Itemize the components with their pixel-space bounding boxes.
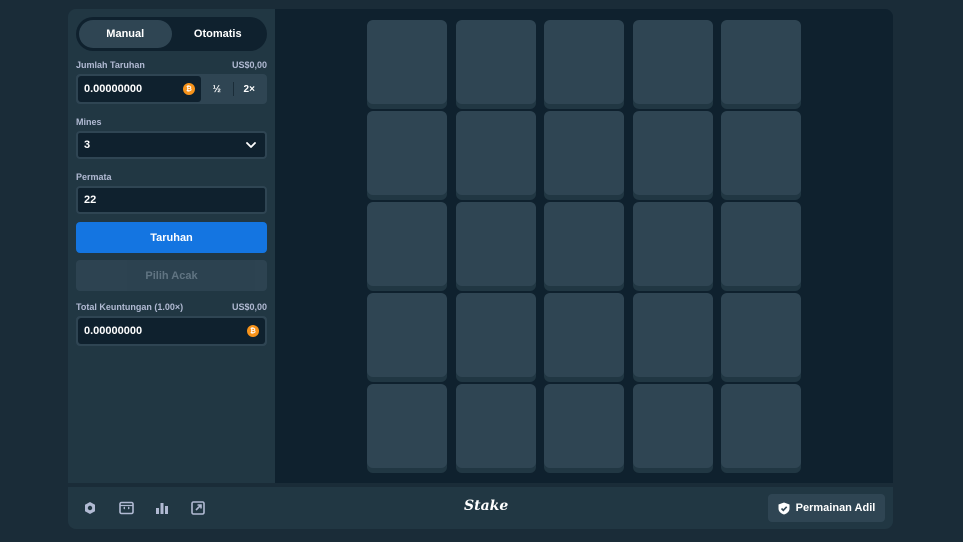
bet-amount-label-row: Jumlah Taruhan US$0,00 (76, 59, 267, 71)
mine-tile[interactable] (367, 20, 447, 104)
mine-tile[interactable] (721, 20, 801, 104)
mine-tile[interactable] (455, 384, 536, 468)
mine-tile[interactable] (632, 20, 713, 104)
mines-game: Manual Otomatis Jumlah Taruhan US$0,00 0… (68, 9, 893, 529)
mine-tile[interactable] (367, 111, 447, 195)
mines-label: Mines (76, 117, 102, 127)
game-footer: Stake Permainan Adil (68, 487, 893, 529)
mine-tile[interactable] (544, 20, 624, 104)
bet-button[interactable]: Taruhan (76, 222, 267, 253)
gems-label-row: Permata (76, 171, 267, 183)
mines-label-row: Mines (76, 116, 267, 128)
mine-tile[interactable] (544, 111, 624, 195)
fairness-button-label: Permainan Adil (795, 502, 876, 514)
mine-tile[interactable] (721, 384, 801, 468)
bet-amount-label: Jumlah Taruhan (76, 60, 145, 70)
bitcoin-coin-icon: ₿ (183, 83, 195, 95)
gems-field: 22 (76, 186, 267, 214)
theatre-mode-icon[interactable] (118, 500, 134, 516)
bet-sidebar: Manual Otomatis Jumlah Taruhan US$0,00 0… (68, 9, 275, 483)
mine-tile[interactable] (455, 111, 536, 195)
settings-icon[interactable] (82, 500, 98, 516)
total-profit-usd: US$0,00 (231, 302, 267, 312)
total-profit-field: 0.00000000 ₿ (76, 316, 267, 346)
popout-icon[interactable] (190, 500, 206, 516)
mine-tile[interactable] (367, 202, 447, 286)
mine-tile[interactable] (721, 293, 801, 377)
mine-tile[interactable] (367, 384, 447, 468)
bet-amount-control: 0.00000000 ₿ ½ 2× (76, 74, 267, 104)
shield-check-icon (778, 502, 790, 514)
stake-logo: Stake (464, 498, 509, 514)
mine-tile[interactable] (544, 384, 624, 468)
mine-tile[interactable] (632, 111, 713, 195)
game-board (275, 9, 893, 483)
mine-tile[interactable] (632, 293, 713, 377)
chevron-down-icon (246, 142, 256, 148)
total-profit-value: 0.00000000 (84, 325, 143, 337)
bet-amount-input[interactable]: 0.00000000 ₿ (78, 76, 201, 102)
bet-amount-usd: US$0,00 (231, 60, 267, 70)
mines-select[interactable]: 3 (76, 131, 267, 159)
double-bet-button[interactable]: 2× (234, 76, 266, 102)
mine-tile[interactable] (544, 202, 624, 286)
stats-icon[interactable] (154, 500, 170, 516)
mine-tile[interactable] (721, 202, 801, 286)
mine-tile[interactable] (367, 293, 447, 377)
bitcoin-coin-icon: ₿ (247, 325, 259, 337)
tab-manual[interactable]: Manual (79, 20, 172, 48)
mine-tile[interactable] (455, 20, 536, 104)
total-profit-label: Total Keuntungan (1.00×) (76, 302, 184, 312)
footer-icon-group (82, 487, 206, 529)
mine-tile[interactable] (455, 202, 536, 286)
profit-label-row: Total Keuntungan (1.00×) US$0,00 (76, 301, 267, 313)
mines-value: 3 (84, 139, 91, 151)
bet-amount-value: 0.00000000 (84, 83, 143, 95)
mine-tile[interactable] (632, 202, 713, 286)
gems-label: Permata (76, 172, 112, 182)
mine-tile[interactable] (455, 293, 536, 377)
mode-toggle: Manual Otomatis (76, 17, 267, 51)
mine-tile[interactable] (721, 111, 801, 195)
half-bet-button[interactable]: ½ (201, 76, 233, 102)
total-profit-inner: 0.00000000 ₿ (78, 318, 265, 344)
fairness-button[interactable]: Permainan Adil (768, 494, 885, 522)
gems-value: 22 (84, 194, 97, 206)
mine-tile[interactable] (544, 293, 624, 377)
tile-grid (367, 20, 801, 468)
tab-auto[interactable]: Otomatis (172, 20, 265, 48)
pick-random-button[interactable]: Pilih Acak (76, 260, 267, 291)
mine-tile[interactable] (632, 384, 713, 468)
